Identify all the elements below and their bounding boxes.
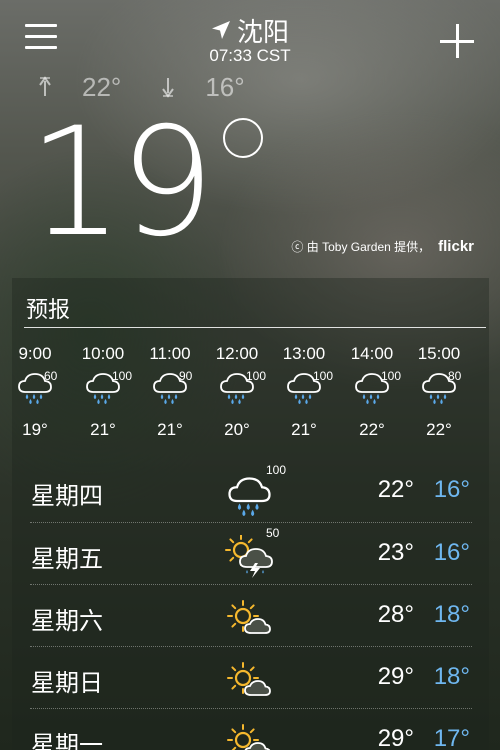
daily-high: 28° xyxy=(377,601,414,628)
daily-row: 星期一 29° 17° xyxy=(30,708,472,750)
hourly-item: 11:00 90 21° xyxy=(135,344,205,440)
hourly-temp: 21° xyxy=(157,420,183,439)
hourly-item: 12:00 100 20° xyxy=(202,344,272,440)
day-name: 星期六 xyxy=(31,607,103,635)
partly-cloudy-icon xyxy=(225,659,281,703)
day-name: 星期五 xyxy=(31,545,103,573)
hourly-time: 15:00 xyxy=(417,344,461,363)
day-name: 星期一 xyxy=(31,731,103,750)
location-title: 沈阳 xyxy=(0,12,500,49)
daily-row: 星期四 100 22° 16° xyxy=(30,460,472,522)
photo-credit-text: ⓒ 由 Toby Garden 提供， xyxy=(291,240,431,254)
photo-credit[interactable]: ⓒ 由 Toby Garden 提供， flickr xyxy=(291,238,474,255)
hourly-time: 12:00 xyxy=(215,344,259,363)
hourly-time: 13:00 xyxy=(282,344,326,363)
current-temperature-value: 19 xyxy=(28,96,215,270)
hourly-temp: 21° xyxy=(291,420,317,439)
arrow-down-icon xyxy=(162,78,175,98)
hourly-temp: 22° xyxy=(426,420,452,439)
daily-high: 29° xyxy=(377,663,414,690)
daily-high: 29° xyxy=(377,725,414,750)
daily-high: 22° xyxy=(377,476,414,503)
daily-row: 星期五 50 23° 16° xyxy=(30,522,472,584)
hourly-time: 11:00 xyxy=(149,344,191,363)
hourly-temp: 21° xyxy=(90,420,116,439)
add-city-button[interactable] xyxy=(440,24,474,58)
hourly-forecast[interactable]: 9:00 60 19° 10:00 100 21° 11:00 90 21° 1… xyxy=(12,344,489,444)
hourly-item: 9:00 60 19° xyxy=(12,344,70,440)
hourly-temp: 22° xyxy=(359,420,385,439)
daily-low: 16° xyxy=(433,476,470,503)
daily-high: 23° xyxy=(377,539,414,566)
hourly-precip: 100 xyxy=(313,369,334,383)
hourly-time: 10:00 xyxy=(81,344,125,363)
hourly-precip: 80 xyxy=(448,369,462,383)
forecast-title: 预报 xyxy=(26,298,71,323)
hourly-precip: 90 xyxy=(179,369,193,383)
daily-precip: 50 xyxy=(266,526,280,540)
hourly-item: 13:00 100 21° xyxy=(269,344,339,440)
day-name: 星期日 xyxy=(31,669,103,697)
thunderstorm-sun-icon xyxy=(225,535,281,579)
daily-precip: 100 xyxy=(266,463,287,477)
hourly-time: 9:00 xyxy=(18,344,52,363)
local-time: 07:33 CST xyxy=(209,46,291,65)
rain-icon xyxy=(228,477,271,516)
flickr-logo[interactable]: flickr xyxy=(438,238,474,255)
hourly-precip: 100 xyxy=(112,369,133,383)
degree-symbol xyxy=(223,118,263,158)
hourly-precip: 60 xyxy=(44,369,58,383)
daily-row: 星期日 29° 18° xyxy=(30,646,472,708)
daily-low: 17° xyxy=(433,725,470,750)
hourly-temp: 19° xyxy=(22,420,48,439)
day-name: 星期四 xyxy=(31,482,103,510)
current-temperature: 19 xyxy=(28,96,263,270)
hourly-precip: 100 xyxy=(381,369,402,383)
city-name: 沈阳 xyxy=(236,18,289,48)
partly-cloudy-icon xyxy=(225,597,281,641)
forecast-divider xyxy=(24,327,486,328)
hourly-item: 15:00 80 22° xyxy=(404,344,474,440)
hourly-item: 10:00 100 21° xyxy=(68,344,138,440)
hourly-item: 14:00 100 22° xyxy=(337,344,407,440)
partly-cloudy-icon xyxy=(225,721,281,750)
hourly-precip: 100 xyxy=(246,369,267,383)
arrow-up-icon xyxy=(39,76,51,96)
daily-forecast: 星期四 100 22° 16° 星期五 50 23° 16° 星期六 28° 1… xyxy=(30,460,472,750)
hourly-time: 14:00 xyxy=(350,344,394,363)
location-arrow-icon xyxy=(211,21,230,39)
daily-row: 星期六 28° 18° xyxy=(30,584,472,646)
daily-low: 18° xyxy=(433,601,470,628)
daily-low: 16° xyxy=(433,539,470,566)
forecast-panel: 预报 9:00 60 19° 10:00 100 21° 11:00 90 21… xyxy=(12,278,489,750)
hourly-temp: 20° xyxy=(224,420,250,439)
low-temp: 16° xyxy=(205,72,245,102)
top-bar: 沈阳 07:33 CST xyxy=(0,0,500,70)
daily-low: 18° xyxy=(433,663,470,690)
